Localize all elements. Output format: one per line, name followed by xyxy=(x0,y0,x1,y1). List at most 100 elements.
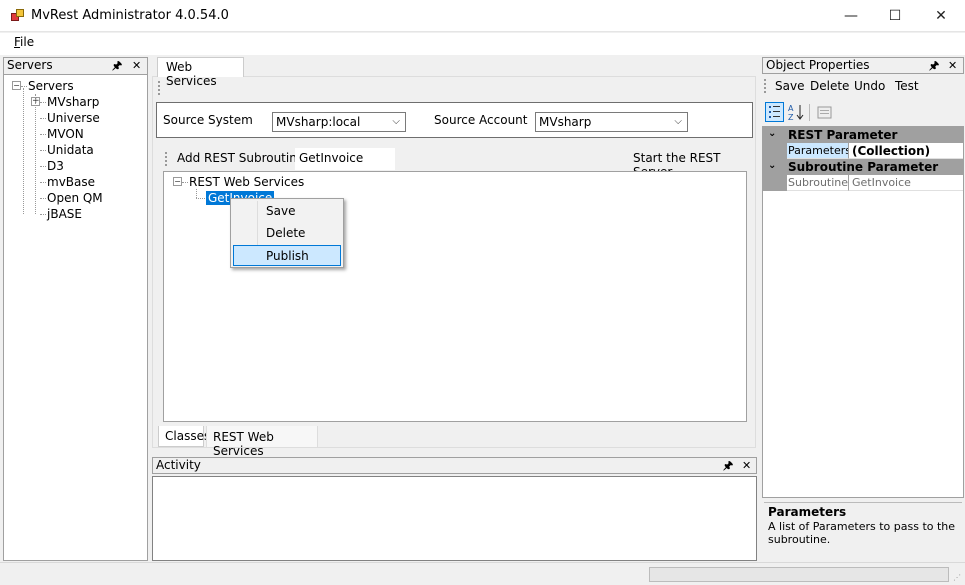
tree-guide xyxy=(21,86,27,87)
property-description: Parameters A list of Parameters to pass … xyxy=(764,502,962,558)
categorized-icon[interactable] xyxy=(765,102,784,122)
collapse-icon[interactable]: − xyxy=(12,81,21,90)
pin-icon[interactable]: 🖈 xyxy=(723,458,733,473)
grid-margin xyxy=(763,175,787,191)
menu-item-delete[interactable]: Delete xyxy=(233,223,341,244)
tree-guide xyxy=(40,166,46,167)
tree-guide xyxy=(40,102,46,103)
menu-item-save[interactable]: Save xyxy=(233,201,341,222)
tab-rest-web-services[interactable]: REST Web Services xyxy=(206,426,318,458)
tree-node-server[interactable]: Open QM xyxy=(47,191,103,205)
close-icon[interactable]: ✕ xyxy=(132,58,141,73)
source-account-value: MVsharp xyxy=(539,115,592,129)
category-row[interactable]: ⌄ Subroutine Parameter xyxy=(763,159,963,175)
pin-icon[interactable]: 🖈 xyxy=(929,58,939,73)
description-title: Parameters xyxy=(768,505,847,519)
pin-icon[interactable]: 🖈 xyxy=(112,58,122,73)
category-name: Subroutine Parameter xyxy=(788,160,939,174)
window-title: MvRest Administrator 4.0.54.0 xyxy=(31,8,229,23)
toolbar-grip xyxy=(158,81,160,95)
resize-grip-icon[interactable]: ⋰ xyxy=(953,573,961,582)
source-system-label: Source System xyxy=(163,113,253,127)
property-value[interactable]: (Collection) xyxy=(849,143,963,159)
maximize-button[interactable]: ☐ xyxy=(872,0,918,32)
menu-file[interactable]: File xyxy=(14,35,34,49)
tree-guide xyxy=(23,88,24,214)
category-name: REST Parameter xyxy=(788,128,898,142)
tree-guide xyxy=(40,134,46,135)
property-value[interactable]: GetInvoice xyxy=(849,175,963,191)
properties-panel-header: Object Properties 🖈 ✕ xyxy=(762,57,964,74)
svg-text:A: A xyxy=(788,104,794,113)
status-bar: ⋰ xyxy=(0,562,965,585)
tree-guide xyxy=(182,182,188,183)
tree-node-server[interactable]: MVON xyxy=(47,127,84,141)
servers-panel: Servers 🖈 ✕ − Servers + MVsharp Universe… xyxy=(3,57,148,561)
toolbar-grip xyxy=(165,152,167,166)
tree-node-server[interactable]: jBASE xyxy=(47,207,82,221)
tree-guide xyxy=(196,198,205,199)
prop-undo-button[interactable]: Undo xyxy=(854,79,885,93)
property-key[interactable]: Parameters xyxy=(787,143,849,159)
source-system-value: MVsharp:local xyxy=(276,115,361,129)
toolbar-separator xyxy=(809,104,810,121)
tree-guide xyxy=(40,182,46,183)
app-icon xyxy=(11,9,25,23)
source-account-label: Source Account xyxy=(434,113,528,127)
tree-guide xyxy=(40,118,46,119)
properties-panel-title: Object Properties xyxy=(766,58,870,72)
description-text: A list of Parameters to pass to the subr… xyxy=(768,520,956,546)
svg-text:Z: Z xyxy=(788,113,794,122)
tree-node-server[interactable]: Universe xyxy=(47,111,100,125)
progress-bar xyxy=(649,567,949,582)
prop-save-button[interactable]: Save xyxy=(775,79,804,93)
category-row[interactable]: ⌄ REST Parameter xyxy=(763,127,963,143)
close-icon[interactable]: ✕ xyxy=(948,58,957,73)
activity-panel-title: Activity xyxy=(156,458,201,472)
tree-node-server[interactable]: mvBase xyxy=(47,175,95,189)
tree-guide xyxy=(35,94,36,214)
sort-alpha-icon[interactable]: AZ xyxy=(787,102,806,122)
tree-guide xyxy=(40,214,46,215)
menu-item-publish[interactable]: Publish xyxy=(233,245,341,266)
chevron-down-icon: ⌵ xyxy=(392,116,400,127)
tree-guide xyxy=(40,198,46,199)
menu-bar xyxy=(0,33,965,55)
rest-toolbar: Add REST Subroutine GetInvoice Start the… xyxy=(162,148,748,179)
context-menu: Save Delete Publish xyxy=(230,198,344,268)
source-system-select[interactable]: MVsharp:local ⌵ xyxy=(272,112,406,132)
property-pages-icon[interactable] xyxy=(816,104,833,121)
subroutine-name-input[interactable]: GetInvoice xyxy=(295,148,395,170)
source-account-select[interactable]: MVsharp ⌵ xyxy=(535,112,688,132)
prop-test-button[interactable]: Test xyxy=(895,79,919,93)
tree-node-server[interactable]: MVsharp xyxy=(47,95,99,109)
activity-panel-header: Activity 🖈 ✕ xyxy=(152,457,757,474)
properties-panel: Object Properties 🖈 ✕ Save Delete Undo T… xyxy=(762,57,964,560)
servers-panel-title: Servers xyxy=(7,58,53,72)
toolbar-grip xyxy=(764,79,766,93)
prop-delete-button[interactable]: Delete xyxy=(810,79,849,93)
activity-log[interactable] xyxy=(152,476,757,561)
property-grid: ⌄ REST Parameter Parameters (Collection)… xyxy=(762,126,964,498)
tree-node-rest-root[interactable]: REST Web Services xyxy=(189,175,304,189)
tree-guide xyxy=(196,189,197,198)
grid-margin xyxy=(763,143,787,159)
minimize-button[interactable]: — xyxy=(828,0,874,32)
add-rest-subroutine-button[interactable]: Add REST Subroutine xyxy=(177,151,304,165)
servers-panel-header: Servers 🖈 ✕ xyxy=(4,58,147,75)
close-button[interactable]: ✕ xyxy=(918,0,964,32)
tree-node-server[interactable]: Unidata xyxy=(47,143,94,157)
tree-node-server[interactable]: D3 xyxy=(47,159,64,173)
chevron-down-icon: ⌄ xyxy=(768,128,777,139)
tab-web-services[interactable]: Web Services xyxy=(157,57,244,88)
tab-classes[interactable]: Classes xyxy=(158,426,210,447)
chevron-down-icon: ⌵ xyxy=(674,116,682,127)
collapse-icon[interactable]: − xyxy=(173,177,182,186)
tree-guide xyxy=(40,150,46,151)
close-icon[interactable]: ✕ xyxy=(742,458,751,473)
bottom-tabs: Classes REST Web Services xyxy=(158,426,753,458)
tree-node-servers[interactable]: Servers xyxy=(28,79,74,93)
chevron-down-icon: ⌄ xyxy=(768,160,777,171)
property-key[interactable]: SubroutineN xyxy=(787,175,849,191)
source-group: Source System MVsharp:local ⌵ Source Acc… xyxy=(156,102,753,138)
